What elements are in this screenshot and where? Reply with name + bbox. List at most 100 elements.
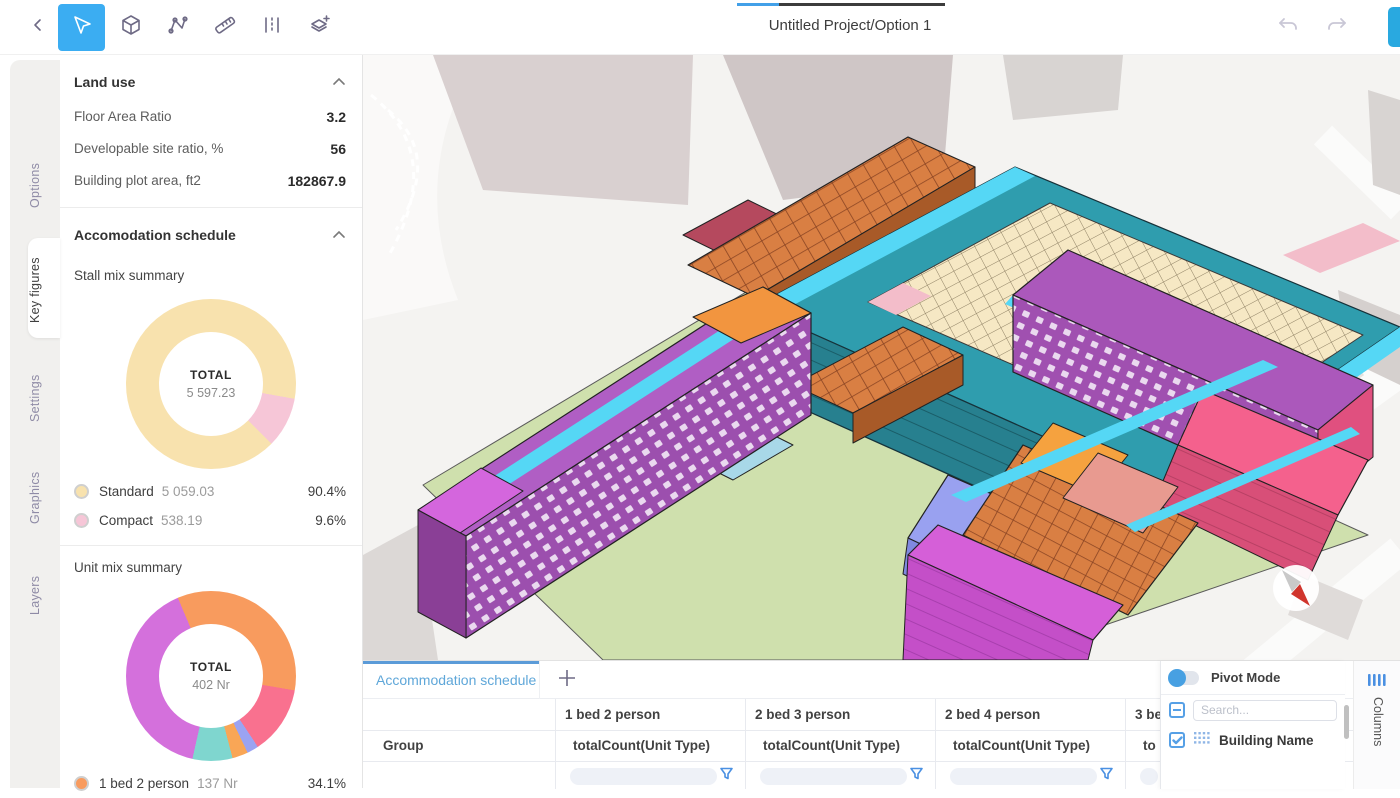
pivot-mode-label: Pivot Mode bbox=[1211, 670, 1280, 685]
accommodation-section-header[interactable]: Accomodation schedule bbox=[60, 208, 362, 254]
sidebar-tab-layers[interactable]: Layers bbox=[10, 540, 60, 650]
redo-icon bbox=[1325, 13, 1349, 42]
column-header[interactable]: 1 bed 2 person bbox=[565, 707, 660, 722]
legend-value: 538.19 bbox=[161, 513, 202, 528]
section-lines-icon bbox=[260, 13, 284, 42]
back-button[interactable] bbox=[14, 4, 61, 51]
select-tool-button[interactable] bbox=[58, 4, 105, 51]
column-separator bbox=[745, 699, 746, 789]
land-use-row: Developable site ratio, % 56 bbox=[60, 133, 362, 165]
share-button[interactable] bbox=[1388, 7, 1400, 47]
filter-input[interactable] bbox=[1140, 768, 1158, 785]
polyline-icon bbox=[166, 13, 190, 42]
layers-plus-icon bbox=[306, 12, 332, 43]
donut-total-label: TOTAL bbox=[190, 660, 232, 674]
legend-dot bbox=[74, 776, 89, 791]
top-toolbar: Untitled Project/Option 1 bbox=[0, 0, 1400, 55]
donut-total-value: 5 597.23 bbox=[187, 386, 236, 400]
cursor-arrow-icon bbox=[68, 11, 96, 44]
compass[interactable] bbox=[1273, 565, 1319, 611]
donut-center: TOTAL 5 597.23 bbox=[159, 332, 263, 436]
column-separator bbox=[555, 699, 556, 789]
column-subheader[interactable]: totalCount(Unit Type) bbox=[573, 738, 710, 753]
column-header[interactable]: 2 bed 3 person bbox=[755, 707, 850, 722]
filter-funnel-icon[interactable] bbox=[909, 766, 924, 786]
legend-label: Standard bbox=[99, 484, 154, 499]
panel-scrollbar-thumb[interactable] bbox=[1344, 705, 1349, 739]
add-layer-tool-button[interactable] bbox=[295, 4, 342, 51]
left-tab-strip: Options Key figures Settings Graphics La… bbox=[0, 55, 60, 788]
column-separator bbox=[1125, 699, 1126, 789]
filter-input[interactable] bbox=[950, 768, 1097, 785]
column-search-input[interactable] bbox=[1193, 700, 1337, 721]
polyline-tool-button[interactable] bbox=[154, 4, 201, 51]
drag-handle-icon[interactable] bbox=[1194, 731, 1210, 749]
filter-input[interactable] bbox=[760, 768, 907, 785]
legend-dot bbox=[74, 484, 89, 499]
group-column-header[interactable]: Group bbox=[383, 738, 424, 753]
column-subheader[interactable]: totalCount(Unit Type) bbox=[953, 738, 1090, 753]
column-header[interactable]: 3 be bbox=[1135, 707, 1162, 722]
column-header[interactable]: 2 bed 4 person bbox=[945, 707, 1040, 722]
columns-icon bbox=[1368, 673, 1386, 691]
metric-value: 56 bbox=[330, 141, 346, 157]
ruler-icon bbox=[213, 13, 237, 42]
land-use-title: Land use bbox=[74, 74, 135, 90]
sidebar-tab-settings[interactable]: Settings bbox=[10, 343, 60, 453]
key-figures-panel: Land use Floor Area Ratio 3.2 Developabl… bbox=[60, 55, 363, 788]
filter-funnel-icon[interactable] bbox=[1099, 766, 1114, 786]
3d-viewport[interactable] bbox=[363, 55, 1400, 660]
sync-progress-bar bbox=[737, 3, 945, 6]
unit-mix-donut-chart: TOTAL 402 Nr bbox=[126, 591, 296, 761]
building-name-checkbox[interactable] bbox=[1169, 732, 1185, 748]
column-subheader[interactable]: totalCount(Unit Type) bbox=[763, 738, 900, 753]
collapse-chevron-icon[interactable] bbox=[332, 73, 346, 91]
3d-scene bbox=[363, 55, 1400, 660]
column-separator bbox=[935, 699, 936, 789]
redo-button[interactable] bbox=[1313, 4, 1360, 51]
undo-button[interactable] bbox=[1264, 4, 1311, 51]
sidebar-tab-key-figures[interactable]: Key figures bbox=[10, 235, 60, 345]
legend-percent: 90.4% bbox=[308, 484, 346, 499]
filter-funnel-icon[interactable] bbox=[719, 766, 734, 786]
land-use-row: Building plot area, ft2 182867.9 bbox=[60, 165, 362, 197]
chevron-left-icon bbox=[30, 17, 46, 38]
column-search-row bbox=[1161, 695, 1345, 725]
project-title[interactable]: Untitled Project/Option 1 bbox=[700, 17, 1000, 34]
metric-value: 182867.9 bbox=[288, 173, 346, 189]
select-all-checkbox[interactable] bbox=[1169, 702, 1185, 718]
pivot-mode-toggle[interactable] bbox=[1169, 671, 1199, 685]
metric-value: 3.2 bbox=[327, 109, 346, 125]
land-use-section-header[interactable]: Land use bbox=[60, 55, 362, 101]
metric-label: Developable site ratio, % bbox=[74, 141, 223, 157]
columns-side-tab[interactable]: Columns bbox=[1353, 661, 1400, 789]
columns-tab-label: Columns bbox=[1371, 697, 1385, 746]
metric-label: Building plot area, ft2 bbox=[74, 173, 201, 189]
building-name-label: Building Name bbox=[1219, 733, 1314, 748]
undo-icon bbox=[1276, 13, 1300, 42]
tab-accommodation-schedule[interactable]: Accommodation schedule bbox=[363, 661, 540, 699]
pivot-tool-panel: Pivot Mode Building Name bbox=[1160, 661, 1345, 789]
volume-tool-button[interactable] bbox=[107, 4, 154, 51]
collapse-chevron-icon[interactable] bbox=[332, 226, 346, 244]
legend-percent: 9.6% bbox=[315, 513, 346, 528]
legend-row-standard: Standard 5 059.03 90.4% bbox=[60, 477, 362, 506]
filter-input[interactable] bbox=[570, 768, 717, 785]
measure-tool-button[interactable] bbox=[201, 4, 248, 51]
sidebar-tab-graphics[interactable]: Graphics bbox=[10, 443, 60, 553]
add-table-tab-button[interactable] bbox=[551, 664, 583, 696]
legend-value: 137 Nr bbox=[197, 776, 238, 791]
plus-icon bbox=[556, 667, 578, 694]
section-tool-button[interactable] bbox=[248, 4, 295, 51]
legend-label: 1 bed 2 person bbox=[99, 776, 189, 791]
donut-total-value: 402 Nr bbox=[192, 678, 230, 692]
legend-row-1bed2person: 1 bed 2 person 137 Nr 34.1% bbox=[60, 769, 362, 798]
legend-row-compact: Compact 538.19 9.6% bbox=[60, 506, 362, 535]
unit-mix-subtitle: Unit mix summary bbox=[60, 546, 362, 581]
stall-mix-donut-chart: TOTAL 5 597.23 bbox=[126, 299, 296, 469]
column-subheader[interactable]: to bbox=[1143, 738, 1156, 753]
sidebar-tab-options[interactable]: Options bbox=[10, 130, 60, 240]
column-item-building-name[interactable]: Building Name bbox=[1161, 725, 1345, 755]
stall-mix-subtitle: Stall mix summary bbox=[60, 254, 362, 289]
cube-icon bbox=[119, 13, 143, 42]
